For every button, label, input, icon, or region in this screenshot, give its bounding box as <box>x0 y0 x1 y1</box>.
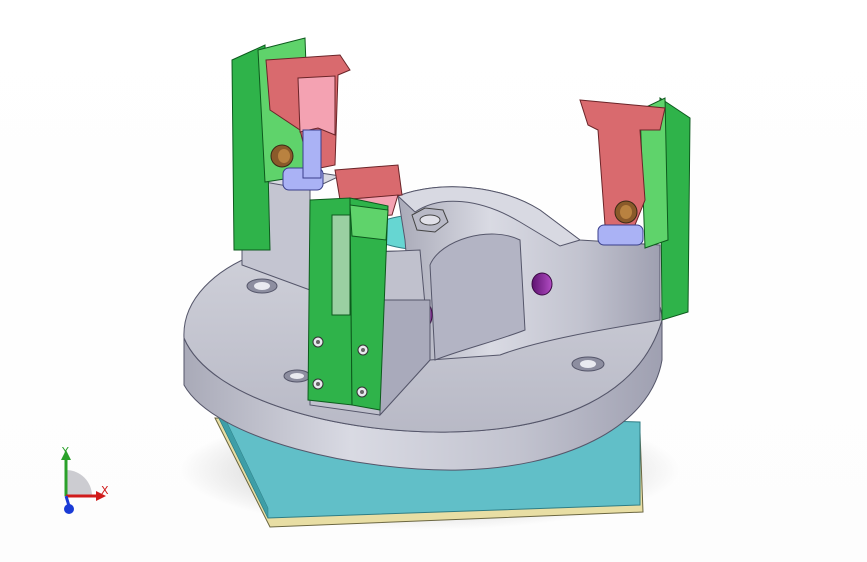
y-axis-label: Y <box>62 445 69 458</box>
x-axis-label: X <box>101 484 109 497</box>
triad-plane <box>66 470 92 496</box>
cad-viewport[interactable]: Y X <box>0 0 867 562</box>
fixture-3d-model[interactable] <box>0 0 867 562</box>
coordinate-triad[interactable] <box>44 440 124 520</box>
z-axis-head <box>64 504 74 514</box>
